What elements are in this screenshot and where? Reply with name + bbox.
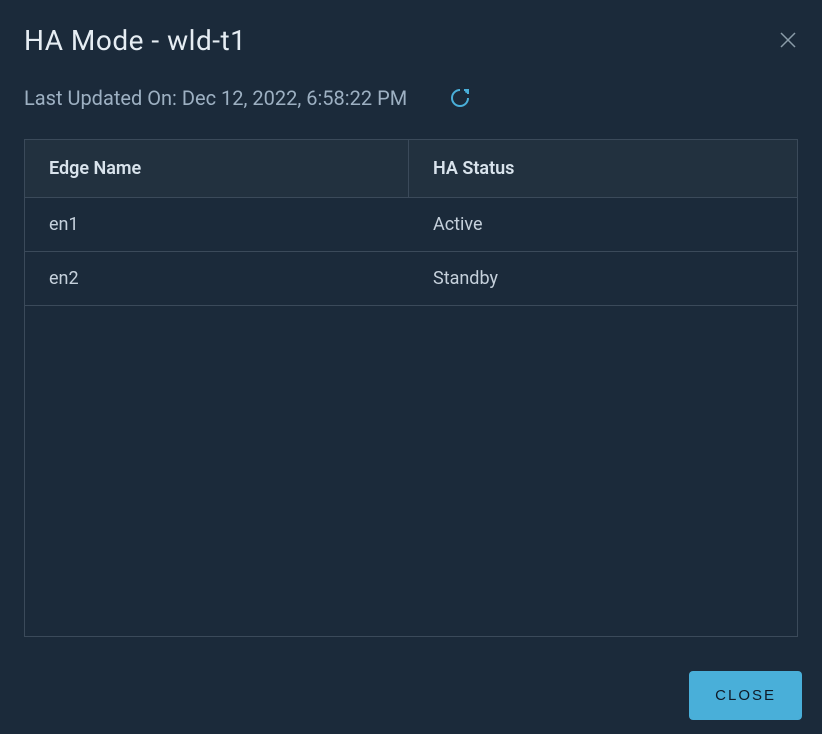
close-button[interactable]: CLOSE	[689, 671, 802, 720]
last-updated-row: Last Updated On: Dec 12, 2022, 6:58:22 P…	[24, 85, 798, 111]
dialog-footer: CLOSE	[689, 671, 802, 720]
table-body: en1 Active en2 Standby	[25, 198, 797, 636]
last-updated-text: Last Updated On: Dec 12, 2022, 6:58:22 P…	[24, 86, 407, 110]
table-header-row: Edge Name HA Status	[25, 140, 797, 198]
column-header-ha-status: HA Status	[409, 140, 797, 197]
close-icon[interactable]	[778, 30, 798, 50]
cell-ha-status: Standby	[409, 252, 797, 305]
ha-status-table: Edge Name HA Status en1 Active en2 Stand…	[24, 139, 798, 637]
cell-edge-name: en1	[25, 198, 409, 251]
column-header-edge-name: Edge Name	[25, 140, 409, 197]
table-row: en1 Active	[25, 198, 797, 252]
dialog-title: HA Mode - wld-t1	[24, 24, 246, 57]
cell-ha-status: Active	[409, 198, 797, 251]
ha-mode-dialog: HA Mode - wld-t1 Last Updated On: Dec 12…	[0, 0, 822, 661]
refresh-icon[interactable]	[447, 85, 473, 111]
cell-edge-name: en2	[25, 252, 409, 305]
table-row: en2 Standby	[25, 252, 797, 306]
dialog-header: HA Mode - wld-t1	[24, 24, 798, 57]
